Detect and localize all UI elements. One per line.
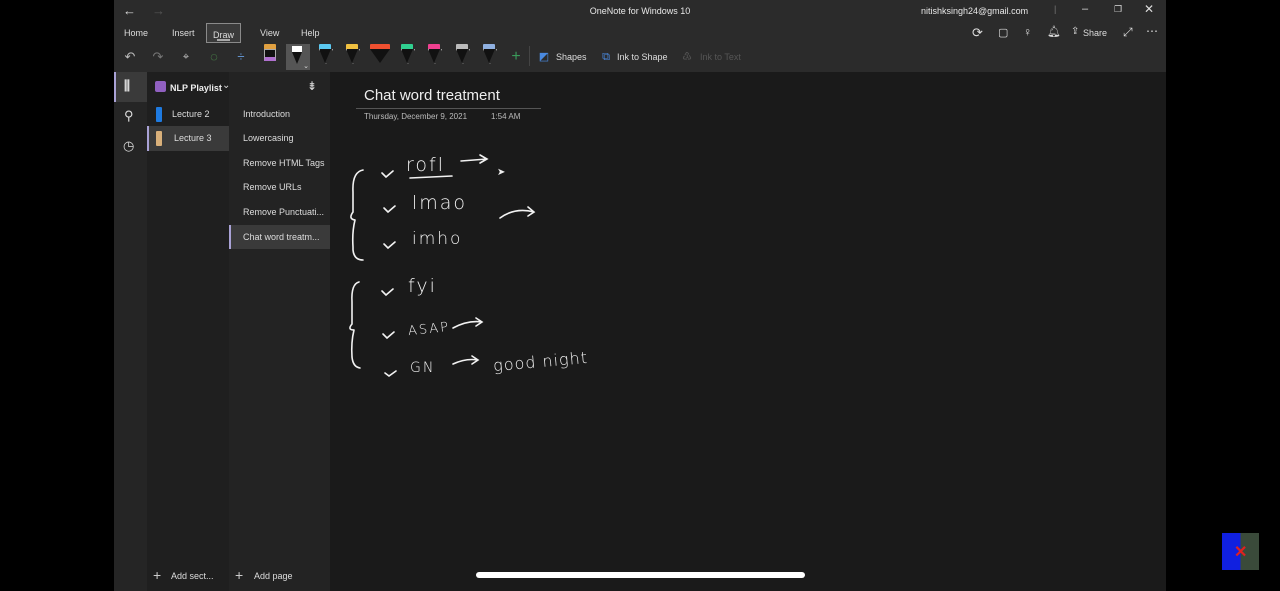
add-page-button[interactable]: Add page: [254, 571, 293, 581]
pen-white-selected[interactable]: ⌄: [286, 44, 310, 70]
check: [383, 241, 396, 250]
section-label: Lecture 2: [172, 109, 210, 119]
ink-to-text-icon: ♳: [682, 51, 692, 63]
chevron-down-icon[interactable]: ⌄: [303, 62, 309, 70]
shapes-button[interactable]: Shapes: [556, 52, 587, 62]
minimize-button[interactable]: –: [1082, 3, 1088, 15]
undo-icon[interactable]: ↶: [122, 46, 138, 68]
lasso-select-icon[interactable]: ◌: [206, 46, 222, 68]
check: [384, 370, 397, 377]
notebooks-button[interactable]: ⫼: [114, 72, 147, 102]
plus-icon: +: [153, 567, 162, 583]
navigation-rail: ⫼ ⚲ ◷: [114, 72, 147, 591]
ink-to-shape-button[interactable]: Ink to Shape: [617, 52, 668, 62]
sticky-notes-icon[interactable]: ▢: [998, 26, 1008, 39]
more-options-icon[interactable]: ⋯: [1146, 24, 1158, 38]
add-pen-icon[interactable]: +: [508, 46, 524, 68]
arrow: [460, 154, 489, 164]
page-item[interactable]: Remove URLs: [229, 175, 330, 199]
tab-draw[interactable]: Draw: [206, 23, 242, 43]
page-item[interactable]: Introduction: [229, 102, 330, 126]
lightbulb-icon[interactable]: ♀: [1023, 25, 1032, 39]
underline: [409, 175, 453, 179]
page-canvas[interactable]: Chat word treatment Thursday, December 9…: [330, 72, 1166, 591]
check: [381, 288, 394, 297]
title-bar: ← → OneNote for Windows 10 nitishksingh2…: [114, 0, 1166, 72]
pen-purple[interactable]: [264, 44, 276, 66]
divider: |: [1054, 4, 1057, 14]
section-label: Lecture 3: [174, 133, 212, 143]
bell-icon[interactable]: 🔔︎: [1047, 25, 1061, 38]
shapes-icon[interactable]: ◩: [536, 46, 552, 68]
fullscreen-icon[interactable]: ⤢: [1123, 25, 1133, 40]
page-item[interactable]: Remove Punctuati...: [229, 200, 330, 224]
section-lecture-3[interactable]: Lecture 3: [147, 126, 229, 151]
tab-insert[interactable]: Insert: [166, 27, 201, 44]
arrow: [452, 355, 480, 365]
share-button[interactable]: Share: [1083, 28, 1107, 38]
recent-clock-icon[interactable]: ◷: [123, 138, 134, 154]
sort-icon[interactable]: ⇟: [307, 79, 317, 93]
ink-word: rofl: [406, 154, 445, 176]
tab-help[interactable]: Help: [295, 27, 326, 44]
mouse-cursor-icon: ➤: [497, 167, 506, 178]
ink-strokes: [349, 154, 536, 377]
section-tab-icon: [156, 107, 162, 122]
watermark-logo: ✕: [1222, 533, 1259, 570]
notebook-name[interactable]: NLP Playlist: [170, 83, 222, 93]
brace-2: [349, 281, 361, 369]
sync-icon[interactable]: ⟳: [972, 25, 983, 41]
page-item-selected[interactable]: Chat word treatm...: [229, 225, 330, 249]
arrow: [499, 206, 536, 219]
share-icon[interactable]: ⇪: [1071, 26, 1079, 37]
account-email[interactable]: nitishksingh24@gmail.com: [921, 6, 1028, 16]
check: [381, 170, 394, 179]
add-section-button[interactable]: Add sect...: [171, 571, 214, 581]
ink-word: fyi: [408, 275, 437, 297]
pen-yellow[interactable]: [346, 44, 358, 66]
plus-icon: +: [235, 567, 244, 583]
page-item[interactable]: Lowercasing: [229, 126, 330, 150]
check: [383, 205, 396, 214]
ink-to-text-button: Ink to Text: [700, 52, 741, 62]
redo-icon[interactable]: ↷: [150, 46, 166, 68]
sections-pane: NLP Playlist ⌄ Lecture 2 Lecture 3 + Add…: [147, 72, 230, 591]
section-tab-icon: [156, 131, 162, 146]
divider: [529, 46, 530, 66]
pencil-gray[interactable]: [456, 44, 468, 66]
ink-word: imho: [412, 229, 463, 249]
insert-space-icon[interactable]: ÷: [233, 46, 249, 68]
notebooks-icon: ⫼: [124, 78, 130, 93]
page-item[interactable]: Remove HTML Tags: [229, 151, 330, 175]
pen-pink[interactable]: [428, 44, 440, 66]
tab-view[interactable]: View: [254, 27, 285, 44]
video-progress-bar[interactable]: [476, 572, 805, 578]
check: [382, 331, 395, 340]
arrow: [452, 317, 484, 329]
pen-green[interactable]: [401, 44, 413, 66]
tab-home[interactable]: Home: [118, 27, 154, 44]
ink-to-shape-icon[interactable]: ⧉: [598, 46, 614, 68]
pencil-blue[interactable]: [483, 44, 495, 66]
pages-pane: ⇟ Introduction Lowercasing Remove HTML T…: [229, 72, 330, 591]
ink-word: lmao: [412, 192, 468, 214]
lasso-type-select-icon[interactable]: ⌖: [177, 46, 195, 68]
section-lecture-2[interactable]: Lecture 2: [147, 102, 229, 127]
ink-word: GN: [410, 360, 436, 376]
search-icon[interactable]: ⚲: [124, 108, 134, 124]
pen-blue[interactable]: [319, 44, 331, 66]
notebook-icon: [155, 81, 166, 92]
brace-1: [350, 169, 364, 261]
restore-button[interactable]: ❐: [1114, 4, 1122, 15]
close-button[interactable]: ✕: [1144, 2, 1154, 16]
onenote-app: ← → OneNote for Windows 10 nitishksingh2…: [114, 0, 1166, 591]
highlighter-red[interactable]: [370, 44, 390, 66]
